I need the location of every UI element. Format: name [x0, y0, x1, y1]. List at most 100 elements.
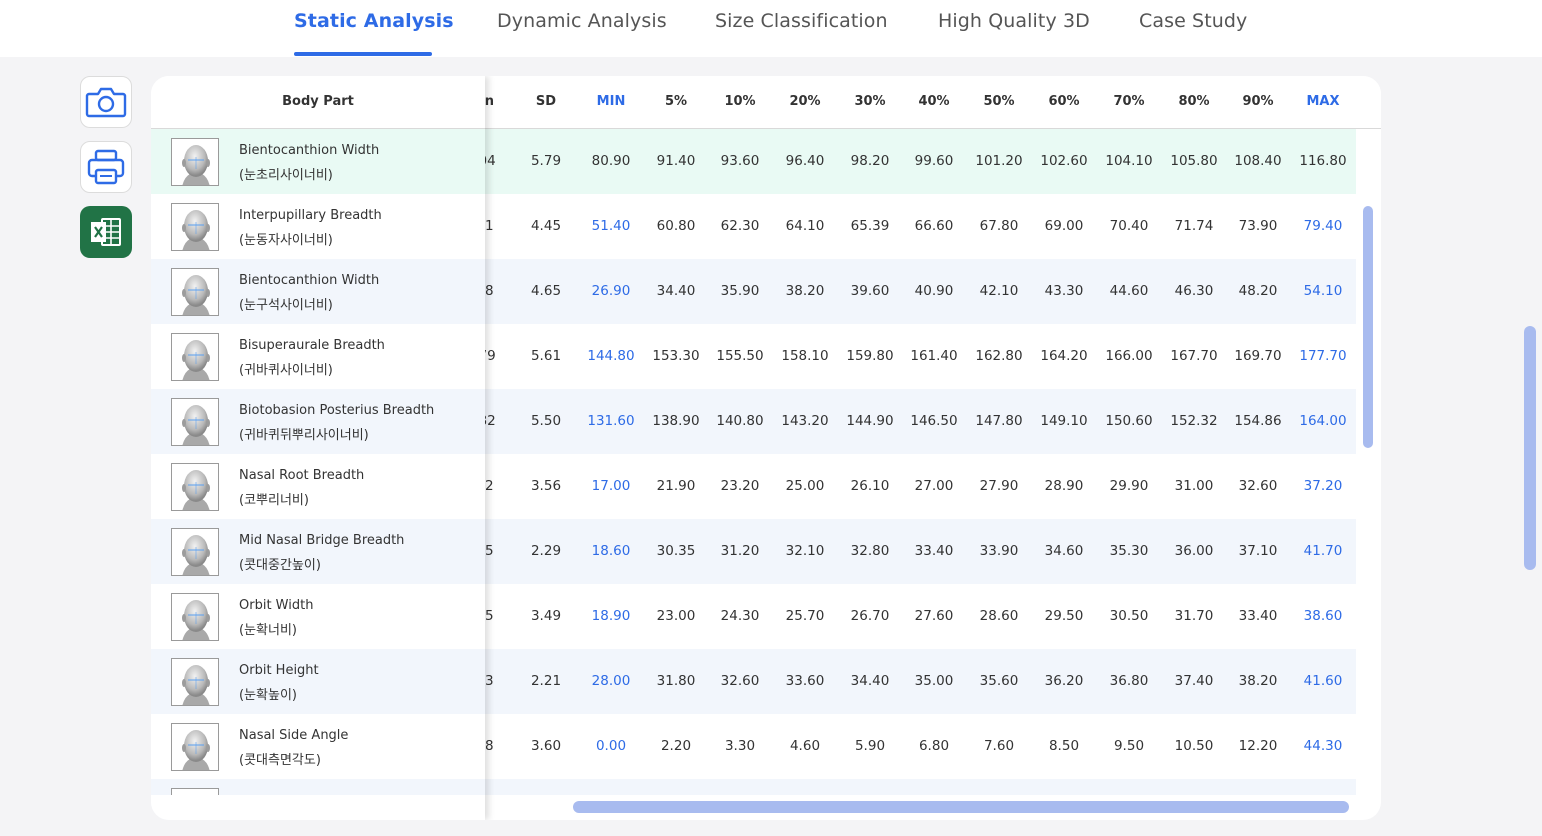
tab-static-analysis[interactable]: Static Analysis — [294, 10, 454, 32]
body-part-cell[interactable]: Nasal Side Angle (콧대측면각도) — [151, 714, 485, 779]
table-cell: 27.00 — [914, 478, 954, 494]
table-cell: 23.20 — [720, 478, 760, 494]
table-cell: 4.60 — [789, 738, 821, 754]
table-cell: 159.80 — [846, 348, 894, 364]
body-part-cell[interactable]: Orbit Width (눈확너비) — [151, 584, 485, 649]
table-cell: 26.70 — [850, 608, 890, 624]
body-part-cell[interactable]: Bisuperaurale Breadth (귀바퀴사이너비) — [151, 324, 485, 389]
camera-button[interactable] — [80, 76, 132, 128]
table-cell: 73.90 — [1238, 218, 1278, 234]
column-header[interactable]: 50% — [967, 94, 1031, 109]
body-part-name-korean: (귀바퀴사이너비) — [239, 363, 333, 378]
body-part-name: Bisuperaurale Breadth — [239, 338, 385, 353]
column-header[interactable]: 70% — [1097, 94, 1161, 109]
column-header[interactable]: 40% — [902, 94, 966, 109]
table-cell: 60.80 — [656, 218, 696, 234]
table-cell: 18.60 — [591, 543, 631, 559]
body-part-header-label: Body Part — [282, 94, 354, 109]
tab-high-quality-3d[interactable]: High Quality 3D — [938, 10, 1090, 32]
table-cell: 17.00 — [591, 478, 631, 494]
page-vertical-scrollbar[interactable] — [1524, 326, 1536, 570]
active-tab-indicator — [294, 52, 432, 56]
table-cell: 166.00 — [1105, 348, 1153, 364]
table-cell: 30.35 — [656, 543, 696, 559]
table-vertical-scrollbar[interactable] — [1363, 206, 1373, 448]
body-part-name: Orbit Height — [239, 663, 319, 678]
table-cell: 143.20 — [781, 413, 829, 429]
table-cell: 116.80 — [1299, 153, 1347, 169]
table-cell: 5.50 — [530, 413, 562, 429]
table-cell: 79.40 — [1303, 218, 1343, 234]
table-cell: 9.50 — [1113, 738, 1145, 754]
body-part-cell[interactable]: Bientocanthion Width (눈초리사이너비) — [151, 129, 485, 194]
body-part-cell[interactable]: Interpupillary Breadth (눈동자사이너비) — [151, 194, 485, 259]
table-cell: 6.80 — [918, 738, 950, 754]
table-cell: 177.70 — [1299, 348, 1347, 364]
body-part-name-korean: (콧대중간높이) — [239, 558, 321, 573]
table-cell: 5.79 — [530, 153, 562, 169]
head-model-thumbnail — [171, 593, 219, 641]
head-model-thumbnail — [171, 723, 219, 771]
column-header[interactable]: 80% — [1162, 94, 1226, 109]
table-cell: 37.20 — [1303, 478, 1343, 494]
table-cell: 5.61 — [530, 348, 562, 364]
body-part-name-korean: (눈동자사이너비) — [239, 233, 333, 248]
print-button[interactable] — [80, 141, 132, 193]
table-cell: 36.80 — [1109, 673, 1149, 689]
table-cell: 35.30 — [1109, 543, 1149, 559]
table-cell: 44.60 — [1109, 283, 1149, 299]
body-part-name: Bientocanthion Width — [239, 143, 380, 158]
body-part-name-korean: (콧대측면각도) — [239, 753, 321, 768]
table-cell: 28.60 — [979, 608, 1019, 624]
table-horizontal-scrollbar[interactable] — [573, 801, 1349, 813]
column-header[interactable]: 90% — [1226, 94, 1290, 109]
tab-dynamic-analysis[interactable]: Dynamic Analysis — [497, 10, 667, 32]
body-part-name: Mid Nasal Bridge Breadth — [239, 533, 405, 548]
column-header[interactable]: MAX — [1291, 94, 1355, 109]
table-cell: 167.70 — [1170, 348, 1218, 364]
table-cell: 32.80 — [850, 543, 890, 559]
tab-size-classification[interactable]: Size Classification — [715, 10, 888, 32]
body-part-name-korean: (눈구석사이너비) — [239, 298, 333, 313]
table-cell: 152.32 — [1170, 413, 1218, 429]
body-part-cell[interactable]: Bientocanthion Width (눈구석사이너비) — [151, 259, 485, 324]
table-cell: 40.90 — [914, 283, 954, 299]
table-cell: 38.60 — [1303, 608, 1343, 624]
excel-export-button[interactable] — [80, 206, 132, 258]
column-header[interactable]: 30% — [838, 94, 902, 109]
column-header[interactable]: 60% — [1032, 94, 1096, 109]
table-cell: 39.60 — [850, 283, 890, 299]
column-header[interactable]: SD — [514, 94, 578, 109]
body-part-name-korean: (귀바퀴뒤뿌리사이너비) — [239, 428, 369, 443]
column-header[interactable]: 10% — [708, 94, 772, 109]
column-header[interactable]: MIN — [579, 94, 643, 109]
table-cell: 161.40 — [910, 348, 958, 364]
table-cell: 3.60 — [530, 738, 562, 754]
table-cell: 3.56 — [530, 478, 562, 494]
table-cell: 38.20 — [785, 283, 825, 299]
table-cell: 62.30 — [720, 218, 760, 234]
table-cell: 31.80 — [656, 673, 696, 689]
body-part-cell[interactable]: Mid Nasal Bridge Breadth (콧대중간높이) — [151, 519, 485, 584]
table-cell: 21.90 — [656, 478, 696, 494]
table-cell: 42.10 — [979, 283, 1019, 299]
table-cell: 10.50 — [1174, 738, 1214, 754]
table-cell: 34.40 — [850, 673, 890, 689]
body-part-name: Orbit Width — [239, 598, 314, 613]
tab-case-study[interactable]: Case Study — [1139, 10, 1247, 32]
table-cell: 37.40 — [1174, 673, 1214, 689]
frozen-column-footer — [151, 795, 485, 820]
table-cell: 36.20 — [1044, 673, 1084, 689]
body-part-cell[interactable]: Biotobasion Posterius Breadth (귀바퀴뒤뿌리사이너비… — [151, 389, 485, 454]
camera-icon — [85, 87, 127, 118]
table-cell: 101.20 — [975, 153, 1023, 169]
table-cell: 71.74 — [1174, 218, 1214, 234]
table-cell: 54.10 — [1303, 283, 1343, 299]
column-header[interactable]: 20% — [773, 94, 837, 109]
table-cell: 51.40 — [591, 218, 631, 234]
table-cell: 3.30 — [724, 738, 756, 754]
body-part-cell[interactable]: Orbit Height (눈확높이) — [151, 649, 485, 714]
table-cell: 2.21 — [530, 673, 562, 689]
body-part-cell[interactable]: Nasal Root Breadth (코뿌리너비) — [151, 454, 485, 519]
column-header[interactable]: 5% — [644, 94, 708, 109]
